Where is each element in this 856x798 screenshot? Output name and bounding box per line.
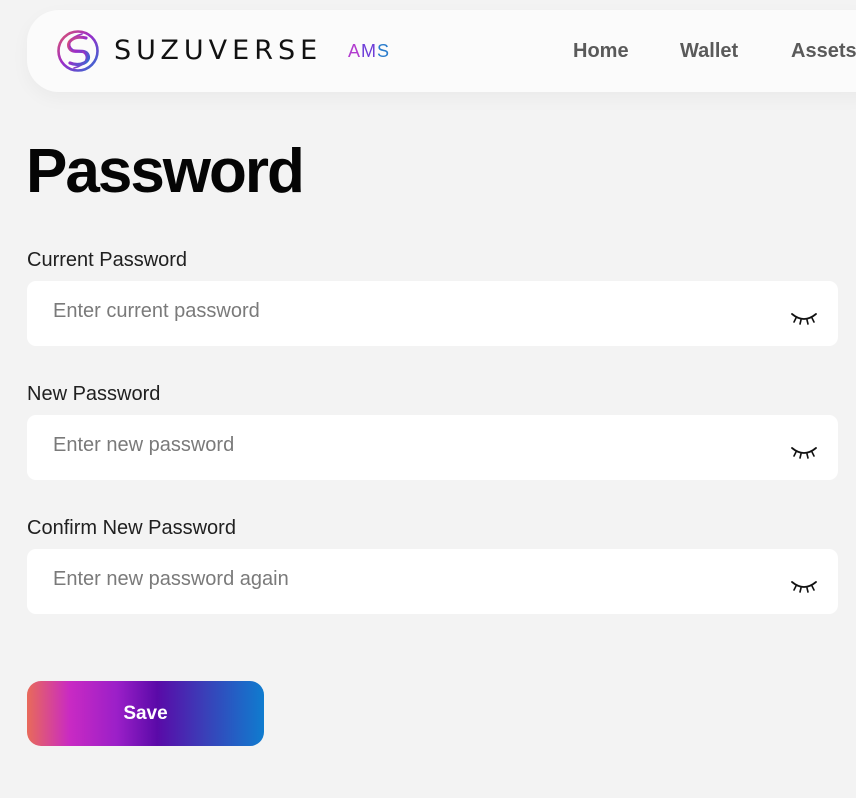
nav-wallet[interactable]: Wallet [680,39,738,63]
brand-suffix-letter: M [361,41,378,61]
confirm-password-label: Confirm New Password [27,517,236,539]
new-password-field [27,413,838,480]
nav-assets[interactable]: Assets [791,39,856,63]
page-title: Password [26,137,305,206]
new-password-label: New Password [27,383,161,405]
current-password-input[interactable] [53,279,783,344]
confirm-password-input[interactable] [53,547,783,612]
brand-suffix-letter: S [377,41,391,61]
current-password-field [27,279,838,346]
new-password-input[interactable] [53,413,783,478]
eye-closed-icon[interactable] [790,445,818,461]
brand-suffix-letter: A [348,41,362,61]
eye-closed-icon[interactable] [790,579,818,595]
nav-home[interactable]: Home [573,39,629,63]
current-password-label: Current Password [27,249,188,271]
brand-suffix: AMS [348,41,390,61]
confirm-password-field [27,547,838,614]
eye-closed-icon[interactable] [790,311,818,327]
top-header: SUZUVERSE AMS Home Wallet Assets [27,10,856,92]
suzuverse-logo-icon[interactable] [56,29,100,73]
save-button[interactable]: Save [27,681,264,746]
brand-name: SUZUVERSE [114,35,323,66]
